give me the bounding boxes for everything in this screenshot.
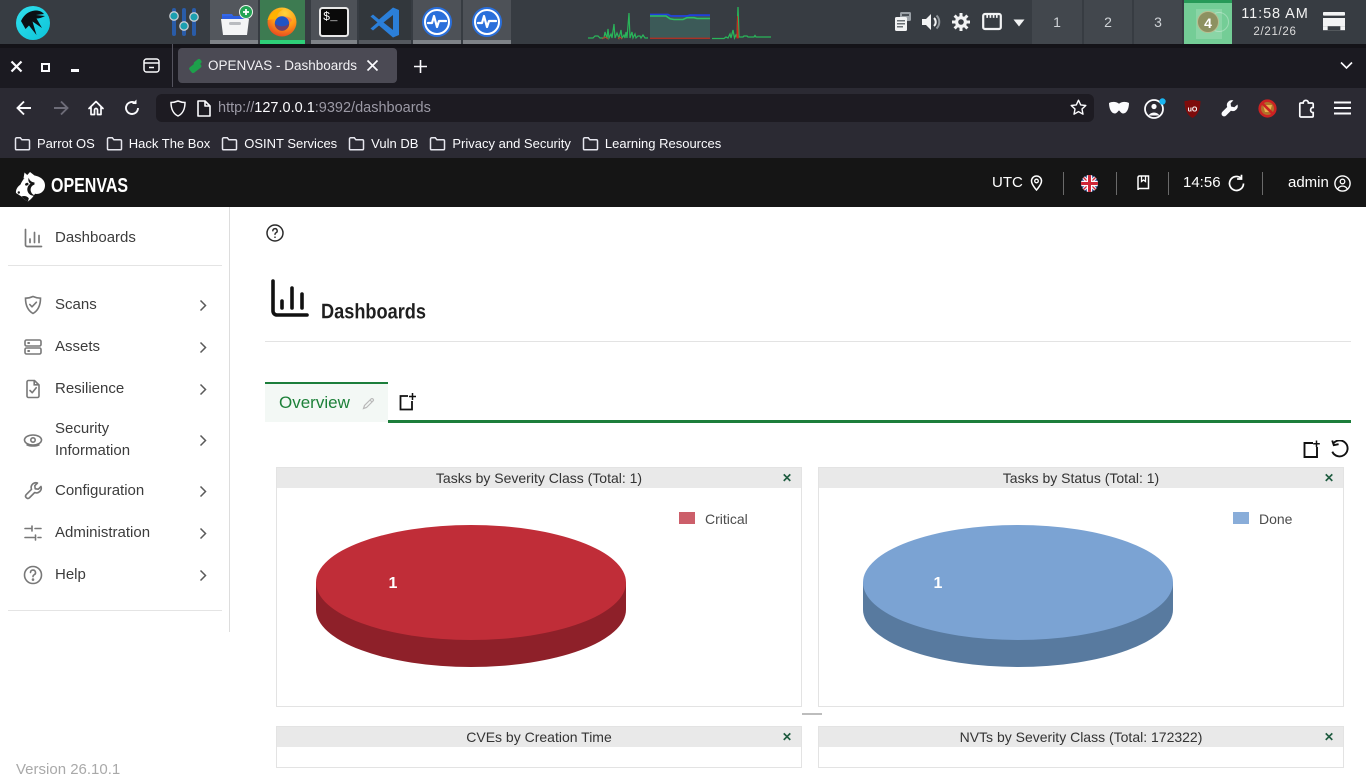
svg-text:1: 1 xyxy=(389,575,398,592)
svg-text:Dashboards: Dashboards xyxy=(321,300,426,323)
svg-text:1: 1 xyxy=(934,575,943,592)
svg-text:uO: uO xyxy=(1188,107,1198,114)
svg-text:$_: $_ xyxy=(323,10,338,24)
